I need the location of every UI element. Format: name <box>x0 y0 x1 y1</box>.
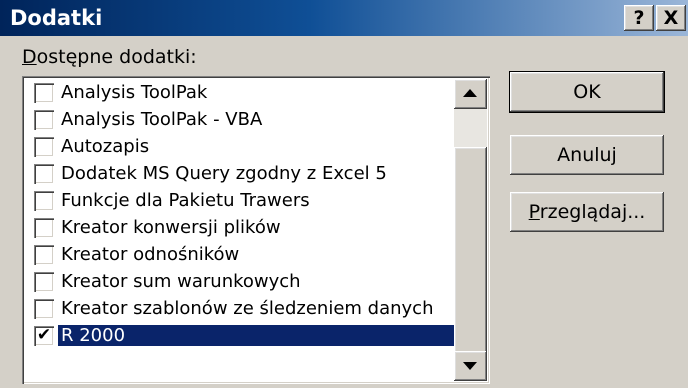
addin-label: Dodatek MS Query zgodny z Excel 5 <box>61 163 387 184</box>
available-addins-label: Dostępne dodatki: <box>22 46 197 68</box>
checkmark-icon <box>34 134 54 154</box>
list-item-trawers[interactable]: Funkcje dla Pakietu Trawers <box>34 189 478 215</box>
scroll-thumb[interactable] <box>454 147 487 369</box>
list-item-conditional-sum-wizard[interactable]: Kreator sum warunkowych <box>34 270 478 296</box>
title-bar[interactable]: Dodatki ? X <box>0 0 688 36</box>
checkmark-icon <box>34 242 54 262</box>
available-addins-accelerator: D <box>22 46 37 68</box>
list-item-r-2000[interactable]: ✔ R 2000 <box>34 324 478 350</box>
addin-checkbox[interactable] <box>34 83 54 103</box>
addins-dialog: Dodatki ? X Dostępne dodatki: Analysis T… <box>0 0 688 388</box>
triangle-down-icon <box>463 362 477 370</box>
addin-label: Kreator sum warunkowych <box>61 271 301 292</box>
dialog-title: Dodatki <box>10 6 103 30</box>
addin-checkbox[interactable] <box>34 191 54 211</box>
addin-checkbox[interactable] <box>34 245 54 265</box>
list-item-template-wizard[interactable]: Kreator szablonów ze śledzeniem danych <box>34 297 478 323</box>
list-item-analysis-toolpak[interactable]: Analysis ToolPak <box>34 81 478 107</box>
list-item-lookup-wizard[interactable]: Kreator odnośników <box>34 243 478 269</box>
scroll-up-button[interactable] <box>454 79 487 109</box>
checkmark-icon: ✔ <box>36 325 52 345</box>
ok-button[interactable]: OK <box>509 71 665 113</box>
addin-label: Kreator szablonów ze śledzeniem danych <box>61 298 434 319</box>
checkmark-icon <box>34 80 54 100</box>
checkmark-icon <box>34 188 54 208</box>
checkmark-icon <box>34 161 54 181</box>
checkmark-icon <box>34 107 54 127</box>
close-x-icon: X <box>663 7 679 29</box>
scroll-down-button[interactable] <box>454 351 487 381</box>
list-item-autozapis[interactable]: Autozapis <box>34 135 478 161</box>
list-scrollbar[interactable] <box>454 79 487 381</box>
triangle-up-icon <box>463 89 477 97</box>
addin-checkbox[interactable] <box>34 272 54 292</box>
checkmark-icon <box>34 215 54 235</box>
addin-label: Funkcje dla Pakietu Trawers <box>61 190 310 211</box>
addin-checkbox[interactable] <box>34 137 54 157</box>
addin-checkbox[interactable]: ✔ <box>34 325 54 346</box>
browse-button[interactable]: Przeglądaj... <box>510 192 664 232</box>
question-mark-icon: ? <box>633 7 645 29</box>
checkmark-icon <box>34 296 54 316</box>
addin-label: Analysis ToolPak <box>61 82 208 103</box>
browse-label-rest: rzeglądaj... <box>539 201 646 223</box>
addins-listbox[interactable]: Analysis ToolPak Analysis ToolPak - VBA … <box>22 76 490 384</box>
addin-label: Kreator konwersji plików <box>61 217 281 238</box>
addin-label: Kreator odnośników <box>61 244 240 265</box>
addin-checkbox[interactable] <box>34 164 54 184</box>
cancel-button[interactable]: Anuluj <box>510 135 664 175</box>
help-button[interactable]: ? <box>624 5 654 31</box>
addin-label: Analysis ToolPak - VBA <box>61 109 263 130</box>
addin-checkbox[interactable] <box>34 110 54 130</box>
close-button[interactable]: X <box>656 5 686 31</box>
addin-label: R 2000 <box>58 325 464 346</box>
browse-accelerator: P <box>528 201 540 223</box>
list-item-ms-query[interactable]: Dodatek MS Query zgodny z Excel 5 <box>34 162 478 188</box>
addin-checkbox[interactable] <box>34 218 54 238</box>
addin-checkbox[interactable] <box>34 299 54 319</box>
list-item-file-conversion-wizard[interactable]: Kreator konwersji plików <box>34 216 478 242</box>
addin-label: Autozapis <box>61 136 150 157</box>
checkmark-icon <box>34 269 54 289</box>
available-addins-label-rest: ostępne dodatki: <box>36 46 197 68</box>
list-item-analysis-toolpak-vba[interactable]: Analysis ToolPak - VBA <box>34 108 478 134</box>
